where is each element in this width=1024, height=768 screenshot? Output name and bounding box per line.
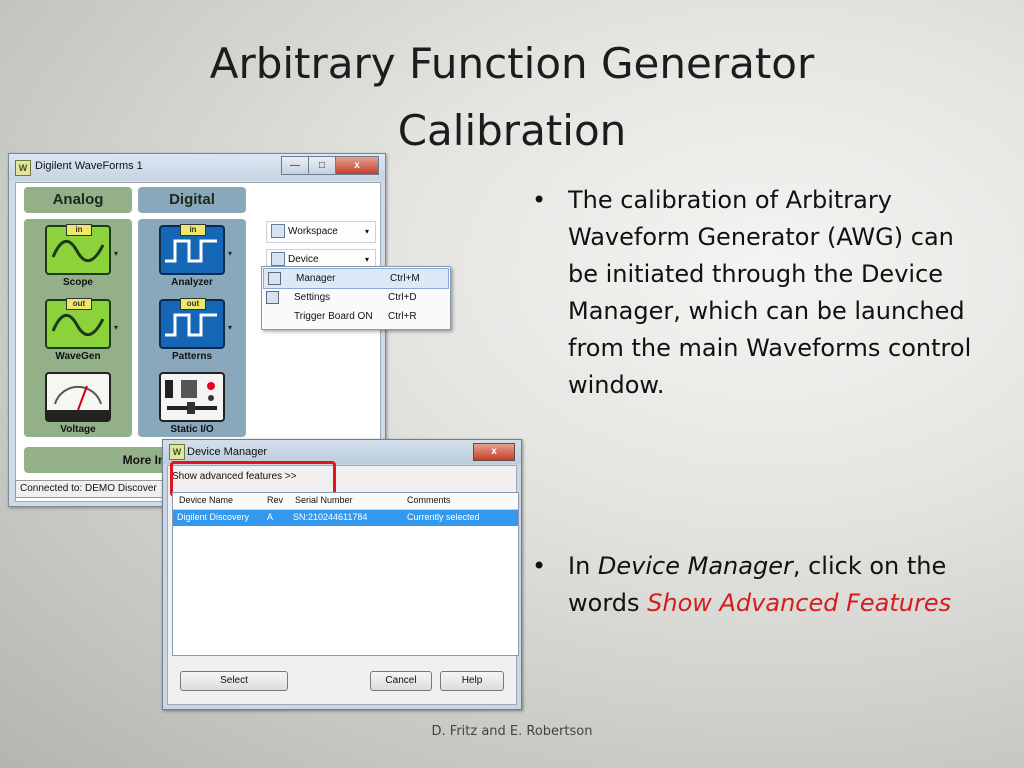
table-cell: Digilent Discovery: [177, 512, 250, 522]
in-tag: in: [180, 224, 206, 236]
static-io-label: Static I/O: [170, 424, 214, 435]
menu-item-trigger-board[interactable]: Trigger Board ON Ctrl+R: [262, 307, 450, 326]
wavegen-icon: out: [45, 298, 111, 349]
workspace-button[interactable]: Workspace ▾: [266, 221, 376, 243]
table-cell: SN:210244611784: [293, 512, 368, 522]
bullet-1-text: The calibration of Arbitrary Waveform Ge…: [568, 186, 972, 399]
select-button[interactable]: Select: [180, 671, 288, 691]
window-controls: — □ x: [281, 156, 379, 175]
device-table: Device Name Rev Serial Number Comments D…: [172, 492, 519, 656]
voltmeter-icon: [45, 372, 111, 422]
cancel-button[interactable]: Cancel: [370, 671, 432, 691]
analyzer-dropdown-icon[interactable]: ▾: [228, 249, 232, 258]
menu-item-shortcut: Ctrl+R: [388, 311, 417, 322]
in-tag: in: [66, 224, 92, 236]
table-header: Device Name Rev Serial Number Comments: [173, 493, 518, 510]
switch-led-icon: [165, 380, 217, 414]
wavegen-dropdown-icon[interactable]: ▾: [114, 323, 118, 332]
table-cell: Currently selected: [407, 512, 480, 522]
menu-item-manager[interactable]: Manager Ctrl+M: [263, 268, 449, 289]
menu-item-label: Settings: [294, 292, 331, 303]
bullet-2: • In Device Manager, click on the words …: [532, 548, 972, 622]
menu-item-label: Manager: [296, 273, 336, 284]
close-button[interactable]: x: [473, 443, 515, 461]
table-cell: A: [267, 512, 274, 522]
bullet-1: • The calibration of Arbitrary Waveform …: [532, 182, 972, 404]
analyzer-icon: in: [159, 224, 225, 275]
static-io-instrument[interactable]: Static I/O: [152, 372, 232, 435]
column-header[interactable]: Device Name: [179, 495, 233, 505]
device-manager-window: W Device Manager x Show advanced feature…: [162, 439, 522, 710]
scope-instrument[interactable]: in Scope: [38, 224, 118, 288]
menu-item-shortcut: Ctrl+M: [390, 273, 420, 284]
waveforms-title: Digilent WaveForms 1: [35, 160, 143, 172]
analog-header: Analog: [24, 187, 132, 213]
close-button[interactable]: x: [335, 156, 379, 175]
manager-icon: [268, 272, 281, 285]
bullet-2-italic: Device Manager: [597, 552, 793, 580]
scope-icon: in: [45, 224, 111, 275]
wavegen-instrument[interactable]: out WaveGen: [38, 298, 118, 362]
slide-footer: D. Fritz and E. Robertson: [431, 724, 593, 739]
bullet-2-red: Show Advanced Features: [647, 589, 952, 617]
bullet-2-text: In Device Manager, click on the words Sh…: [568, 548, 972, 622]
analyzer-instrument[interactable]: in Analyzer: [152, 224, 232, 288]
waveforms-titlebar[interactable]: W Digilent WaveForms 1 — □ x: [9, 154, 385, 180]
workspace-icon: [271, 224, 285, 239]
gauge-icon: [47, 385, 109, 420]
workspace-label: Workspace: [288, 226, 338, 237]
minimize-button[interactable]: —: [281, 156, 309, 175]
device-manager-app-icon: W: [169, 444, 185, 460]
column-header[interactable]: Comments: [407, 495, 451, 505]
wavegen-label: WaveGen: [55, 351, 101, 362]
static-io-icon: [159, 372, 225, 422]
menu-item-settings[interactable]: Settings Ctrl+D: [262, 288, 450, 307]
menu-item-label: Trigger Board ON: [294, 311, 373, 322]
voltage-instrument[interactable]: Voltage: [38, 372, 118, 435]
out-tag: out: [180, 298, 206, 310]
patterns-icon: out: [159, 298, 225, 349]
device-manager-body: Show advanced features >> Device Name Re…: [167, 461, 519, 705]
scope-dropdown-icon[interactable]: ▾: [114, 249, 118, 258]
out-tag: out: [66, 298, 92, 310]
column-header[interactable]: Serial Number: [295, 495, 353, 505]
workspace-dropdown-icon: ▾: [364, 227, 369, 236]
slide-title-line-1: Arbitrary Function Generator: [209, 39, 815, 88]
waveforms-app-icon: W: [15, 160, 31, 176]
table-row[interactable]: Digilent Discovery A SN:210244611784 Cur…: [173, 510, 518, 526]
device-icon: [271, 252, 285, 267]
bullet-list-2: • In Device Manager, click on the words …: [532, 548, 972, 622]
patterns-instrument[interactable]: out Patterns: [152, 298, 232, 362]
help-button[interactable]: Help: [440, 671, 504, 691]
patterns-dropdown-icon[interactable]: ▾: [228, 323, 232, 332]
digital-header: Digital: [138, 187, 246, 213]
slide-title-line-2: Calibration: [397, 106, 627, 155]
menu-item-shortcut: Ctrl+D: [388, 292, 417, 303]
bullet-2-prefix: In: [568, 552, 598, 580]
analyzer-label: Analyzer: [171, 277, 213, 288]
bullet-list: • The calibration of Arbitrary Waveform …: [532, 182, 972, 404]
scope-label: Scope: [62, 277, 93, 288]
voltage-label: Voltage: [60, 424, 96, 435]
device-menu: Manager Ctrl+M Settings Ctrl+D Trigger B…: [261, 266, 451, 330]
bullet-marker: •: [532, 186, 547, 214]
settings-icon: [266, 291, 279, 304]
bullet-marker: •: [532, 552, 547, 580]
device-manager-title: Device Manager: [187, 446, 268, 458]
patterns-label: Patterns: [171, 351, 212, 362]
maximize-button[interactable]: □: [308, 156, 336, 175]
column-header[interactable]: Rev: [267, 495, 283, 505]
device-label: Device: [288, 254, 319, 265]
